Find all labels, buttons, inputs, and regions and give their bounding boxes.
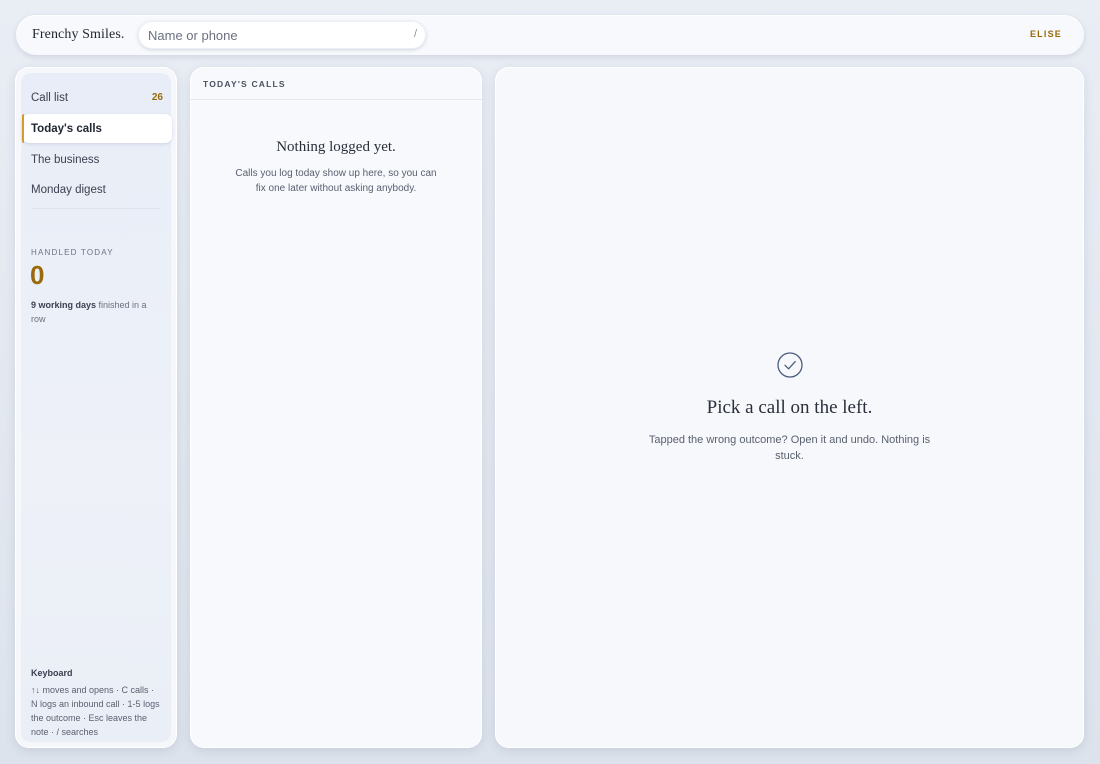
keyboard-title: Keyboard: [31, 668, 73, 678]
keyboard-shortcuts-text: ↑↓ moves and opens · C calls · N logs an…: [31, 685, 160, 737]
call-detail-panel: Pick a call on the left. Tapped the wron…: [495, 67, 1084, 748]
streak-days: 9 working days: [31, 300, 97, 310]
sidebar-item-label: The business: [31, 153, 100, 166]
sidebar-item-todays-calls[interactable]: Today's calls: [22, 114, 172, 143]
handled-today-label: HANDLED TODAY: [31, 248, 114, 257]
sidebar-item-call-list[interactable]: Call list 26: [22, 83, 171, 112]
detail-empty-text: Tapped the wrong outcome? Open it and un…: [648, 434, 931, 462]
sidebar-divider: [31, 208, 161, 209]
search-shortcut-hint: /: [413, 28, 417, 40]
empty-state-text: Calls you log today show up here, so you…: [235, 168, 437, 194]
sidebar-item-label: Today's calls: [31, 122, 102, 135]
sidebar-item-monday-digest[interactable]: Monday digest: [22, 175, 171, 204]
call-count-badge: 26: [151, 92, 163, 103]
todays-calls-panel: TODAY'S CALLS Nothing logged yet. Calls …: [190, 67, 482, 748]
detail-empty-title: Pick a call on the left.: [706, 397, 873, 418]
empty-state-title: Nothing logged yet.: [276, 139, 396, 155]
panel-header: TODAY'S CALLS: [190, 67, 482, 100]
sidebar-item-the-business[interactable]: The business: [22, 145, 171, 174]
streak-text: 9 working days finished in a row: [31, 298, 156, 326]
search-input[interactable]: [138, 27, 393, 43]
brand-dot: .: [120, 27, 125, 42]
user-name[interactable]: ELISE: [1030, 29, 1062, 39]
sidebar-inner: Call list 26 Today's calls The business …: [21, 73, 172, 742]
sidebar-item-label: Monday digest: [31, 183, 106, 196]
handled-today-value: 0: [30, 260, 45, 290]
brand-logo[interactable]: Frenchy Smiles.: [32, 27, 138, 43]
brand-name: Frenchy Smiles: [32, 27, 121, 42]
top-bar: Frenchy Smiles. / ELISE: [16, 15, 1084, 55]
search-box[interactable]: /: [138, 21, 426, 49]
sidebar: Call list 26 Today's calls The business …: [15, 67, 177, 748]
check-circle-icon: [777, 352, 803, 378]
sidebar-item-label: Call list: [31, 91, 69, 104]
